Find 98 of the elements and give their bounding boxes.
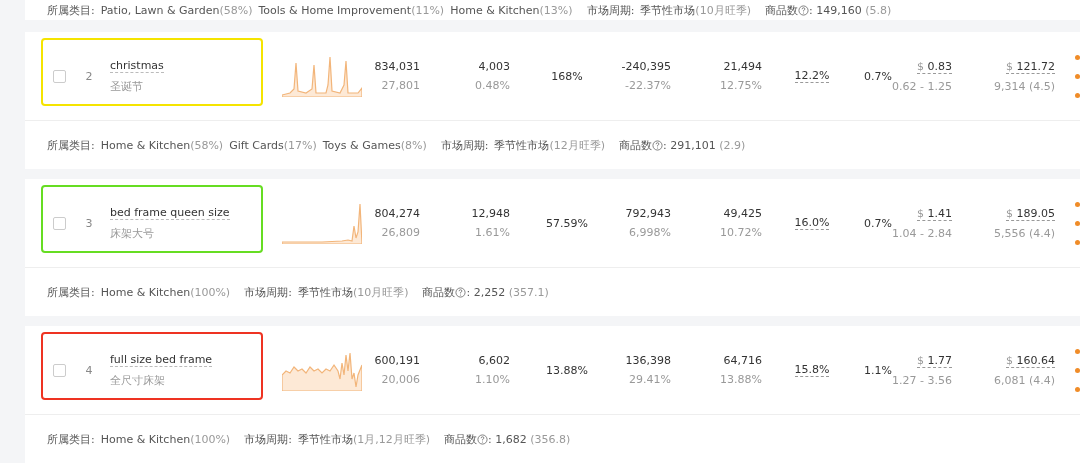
category-tag: Gift Cards(17%) <box>229 138 317 152</box>
metric-subvalue: 27,801 <box>381 79 420 92</box>
count-value: : 2,252 (357.1) <box>466 285 549 299</box>
count-label: 商品数 <box>764 2 798 18</box>
metric-subvalue: 13.88% <box>720 373 762 386</box>
metric-value: 792,943 <box>625 207 671 220</box>
price-value: $ 1.41 <box>917 206 952 221</box>
cycle-label: 市场周期: <box>244 431 292 447</box>
count-label: 商品数 <box>619 137 652 153</box>
category-tag: Toys & Games(8%) <box>322 138 427 152</box>
metric-value: 12.2% <box>794 69 830 83</box>
metric-subvalue: 26,809 <box>381 226 420 239</box>
price-subvalue: 6,081 (4.4) <box>993 373 1055 387</box>
rank-number: 4 <box>84 363 94 377</box>
checkbox[interactable] <box>53 216 66 230</box>
price-value: $ 0.83 <box>917 59 952 74</box>
dot-icon <box>1075 54 1080 60</box>
category-label: 所属类目: <box>47 2 95 18</box>
category-label: 所属类目: <box>47 137 95 153</box>
category-tag: Tools & Home Improvement(11%) <box>258 3 445 17</box>
rank-number: 2 <box>84 69 94 83</box>
keyword-link[interactable]: full size bed frame <box>110 352 213 367</box>
metric-subvalue: 0.48% <box>475 79 510 92</box>
metric-value: 13.88% <box>546 363 588 377</box>
dot-icon <box>1075 220 1080 226</box>
count-value: : 291,101 (2.9) <box>663 138 746 152</box>
cycle-label: 市场周期: <box>586 2 635 18</box>
cycle-value: 季节性市场(12月旺季) <box>494 137 605 153</box>
price-subvalue: 0.62 - 1.25 <box>892 79 952 93</box>
metric-value: 57.59% <box>546 216 588 230</box>
count-value: : 149,160 (5.8) <box>808 3 892 17</box>
metric-value: 0.7% <box>864 69 892 83</box>
metric-value: 600,191 <box>374 354 420 367</box>
dot-icon <box>1075 386 1080 392</box>
category-label: 所属类目: <box>47 431 95 447</box>
checkbox[interactable] <box>53 363 66 377</box>
help-icon[interactable] <box>797 4 809 16</box>
dot-icon <box>1075 239 1080 245</box>
price-subvalue: 9,314 (4.5) <box>993 79 1055 93</box>
dot-icon <box>1075 348 1080 354</box>
dot-icon <box>1075 367 1080 373</box>
keyword-link[interactable]: bed frame queen size <box>110 205 230 220</box>
metric-value: 168% <box>551 69 583 83</box>
count-value: : 1,682 (356.8) <box>487 432 571 446</box>
metric-subvalue: 20,006 <box>381 373 420 386</box>
metric-subvalue: 29.41% <box>629 373 671 386</box>
metric-subvalue: -22.37% <box>625 79 671 92</box>
metric-subvalue: 6,998% <box>629 226 671 239</box>
price-value: $ 121.72 <box>1006 59 1055 74</box>
keyword-translation: 圣诞节 <box>110 78 143 94</box>
price-subvalue: 1.27 - 3.56 <box>892 373 952 387</box>
checkbox[interactable] <box>53 69 66 83</box>
keyword-translation: 床架大号 <box>110 225 154 241</box>
category-tag: Home & Kitchen(13%) <box>450 3 573 17</box>
metric-subvalue: 1.10% <box>475 373 510 386</box>
price-value: $ 1.77 <box>917 353 952 368</box>
dot-icon <box>1075 92 1080 98</box>
cycle-value: 季节性市场(1月,12月旺季) <box>297 431 430 447</box>
metric-subvalue: 1.61% <box>475 226 510 239</box>
category-tag: Home & Kitchen(58%) <box>100 138 224 152</box>
keyword-translation: 全尺寸床架 <box>110 372 165 388</box>
cycle-label: 市场周期: <box>440 137 489 153</box>
metric-value: 834,031 <box>374 60 420 73</box>
metric-value: 1.1% <box>864 363 892 377</box>
metric-value: 0.7% <box>864 216 892 230</box>
category-tag: Home & Kitchen(100%) <box>100 432 231 446</box>
help-icon[interactable] <box>652 139 663 151</box>
category-tag: Home & Kitchen(100%) <box>100 285 231 299</box>
metric-value: 64,716 <box>723 354 762 367</box>
metric-value: 4,003 <box>478 60 510 73</box>
metric-value: 21,494 <box>723 60 762 73</box>
cycle-value: 季节性市场(10月旺季) <box>640 2 751 18</box>
category-tag: Patio, Lawn & Garden(58%) <box>100 3 253 17</box>
metric-value: 49,425 <box>723 207 762 220</box>
metric-value: 6,602 <box>478 354 510 367</box>
metric-value: 15.8% <box>794 363 830 377</box>
keyword-link[interactable]: christmas <box>110 58 164 73</box>
price-subvalue: 1.04 - 2.84 <box>892 226 952 240</box>
dot-icon <box>1075 73 1080 79</box>
metric-value: -240,395 <box>621 60 671 73</box>
dot-icon <box>1075 201 1080 207</box>
cycle-label: 市场周期: <box>244 284 292 300</box>
metric-value: 804,274 <box>374 207 420 220</box>
metric-value: 12,948 <box>471 207 510 220</box>
cycle-value: 季节性市场(10月旺季) <box>297 284 409 300</box>
price-value: $ 189.05 <box>1006 206 1055 221</box>
help-icon[interactable] <box>455 286 467 298</box>
price-subvalue: 5,556 (4.4) <box>993 226 1055 240</box>
metric-value: 136,398 <box>625 354 671 367</box>
help-icon[interactable] <box>476 433 488 445</box>
rank-number: 3 <box>84 216 94 230</box>
category-label: 所属类目: <box>47 284 95 300</box>
metric-value: 16.0% <box>794 216 830 230</box>
metric-subvalue: 12.75% <box>720 79 762 92</box>
price-value: $ 160.64 <box>1006 353 1055 368</box>
count-label: 商品数 <box>422 284 456 300</box>
count-label: 商品数 <box>443 431 477 447</box>
metric-subvalue: 10.72% <box>720 226 762 239</box>
